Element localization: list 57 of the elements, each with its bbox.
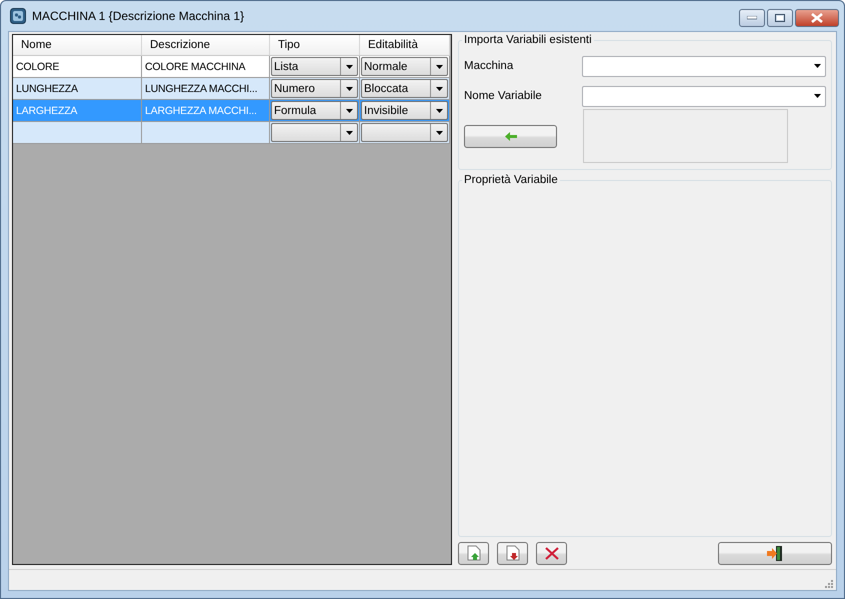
grid-row[interactable]: LARGHEZZA LARGHEZZA MACCHI... Formula Invisibile [13, 100, 451, 122]
field-label: Macchina [464, 60, 514, 72]
new-row[interactable] [13, 122, 451, 144]
maximize-button[interactable] [767, 9, 793, 27]
page-down-icon [506, 545, 520, 561]
add-button[interactable] [458, 542, 489, 564]
close-icon [544, 546, 558, 560]
dropdown-field[interactable]: Bloccata [361, 79, 448, 98]
group-title: Proprietà Variabile [463, 174, 559, 186]
table-cell: LUNGHEZZA MACCHI... [142, 78, 270, 100]
dropdown-field[interactable]: Invisibile [361, 101, 448, 120]
dropdown-arrow-icon [814, 64, 821, 68]
field-label: Nome Variabile [464, 90, 543, 102]
grid-row[interactable]: COLORE COLORE MACCHINA Lista Normale [13, 56, 451, 78]
table-cell: LARGHEZZA MACCHI... [142, 100, 270, 122]
dropdown-arrow-icon [346, 130, 352, 134]
close-button[interactable] [795, 9, 839, 27]
table-cell: LUNGHEZZA [13, 78, 142, 100]
close-icon [811, 13, 823, 23]
insert-button[interactable] [497, 542, 528, 564]
dropdown-arrow-icon [346, 86, 352, 90]
table-cell: COLORE [13, 56, 142, 78]
delete-button[interactable] [536, 542, 567, 564]
exit-button[interactable] [718, 542, 832, 564]
dropdown-arrow-icon [436, 130, 442, 134]
page-up-icon [466, 545, 480, 561]
dropdown-arrow-icon [814, 94, 821, 98]
column-header[interactable]: Nome [13, 35, 142, 56]
minimize-button[interactable] [739, 9, 765, 27]
group-title: Importa Variabili esistenti [463, 34, 593, 46]
app-icon [10, 8, 26, 24]
dropdown-field[interactable] [582, 86, 826, 106]
dropdown-arrow-icon [346, 64, 352, 68]
dropdown-arrow-icon [436, 108, 442, 112]
dropdown-arrow-icon [346, 108, 352, 112]
dropdown-field[interactable]: Formula [271, 101, 358, 120]
dropdown-field[interactable] [271, 123, 358, 142]
dropdown-field[interactable]: Lista [271, 57, 358, 76]
column-header[interactable]: Descrizione [142, 35, 270, 56]
resize-grip-icon [823, 578, 833, 588]
grid-row[interactable]: LUNGHEZZA LUNGHEZZA MACCHI... Numero Bloccata [13, 78, 451, 100]
table-cell: LARGHEZZA [13, 100, 142, 122]
table-cell: COLORE MACCHINA [142, 56, 270, 78]
column-header[interactable]: Tipo [270, 35, 360, 56]
dropdown-field[interactable]: Numero [271, 79, 358, 98]
dropdown-arrow-icon [436, 64, 442, 68]
dropdown-field[interactable]: Normale [361, 57, 448, 76]
arrow-left-icon [504, 132, 516, 140]
dropdown-arrow-icon [436, 86, 442, 90]
column-header[interactable]: Editabilità [360, 35, 450, 56]
exit-door-icon [767, 546, 783, 560]
minimize-icon [747, 16, 757, 20]
maximize-icon [775, 14, 785, 22]
dropdown-field[interactable] [582, 56, 826, 76]
window-title: MACCHINA 1 {Descrizione Macchina 1} [32, 9, 246, 23]
dropdown-field[interactable] [361, 123, 448, 142]
import-button[interactable] [464, 124, 557, 148]
